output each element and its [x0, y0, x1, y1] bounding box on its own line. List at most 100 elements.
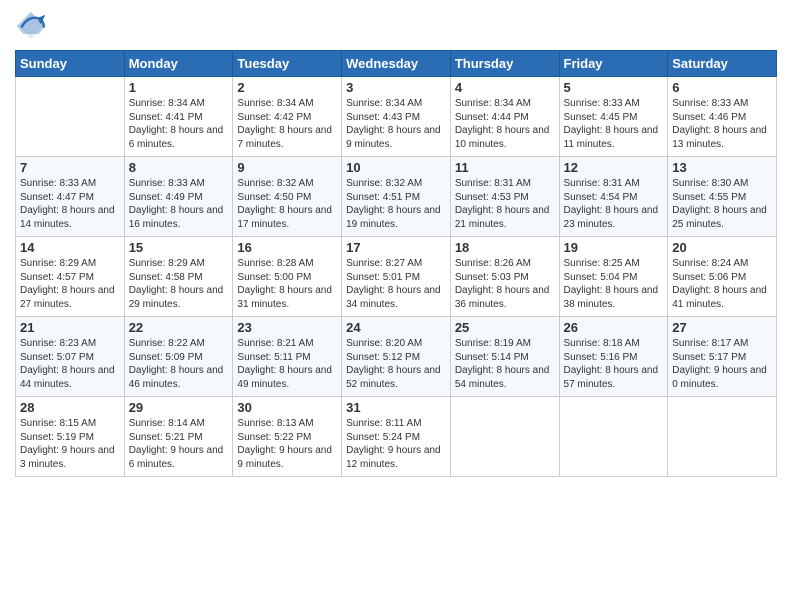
calendar-cell: 18 Sunrise: 8:26 AMSunset: 5:03 PMDayligh…	[450, 237, 559, 317]
day-info: Sunrise: 8:33 AMSunset: 4:47 PMDaylight:…	[20, 177, 120, 231]
calendar-cell: 2 Sunrise: 8:34 AMSunset: 4:42 PMDaylight…	[233, 77, 342, 157]
calendar-cell: 17 Sunrise: 8:27 AMSunset: 5:01 PMDayligh…	[342, 237, 451, 317]
calendar-table: SundayMondayTuesdayWednesdayThursdayFrid…	[15, 50, 777, 477]
day-number: 4	[455, 80, 555, 95]
day-number: 12	[564, 160, 664, 175]
day-number: 15	[129, 240, 229, 255]
day-number: 7	[20, 160, 120, 175]
calendar-cell	[668, 397, 777, 477]
calendar-cell: 22 Sunrise: 8:22 AMSunset: 5:09 PMDayligh…	[124, 317, 233, 397]
calendar-cell	[559, 397, 668, 477]
header	[15, 10, 777, 42]
weekday-header-saturday: Saturday	[668, 51, 777, 77]
weekday-header-sunday: Sunday	[16, 51, 125, 77]
calendar-cell: 11 Sunrise: 8:31 AMSunset: 4:53 PMDayligh…	[450, 157, 559, 237]
day-number: 28	[20, 400, 120, 415]
calendar-cell: 27 Sunrise: 8:17 AMSunset: 5:17 PMDayligh…	[668, 317, 777, 397]
logo	[15, 10, 51, 42]
weekday-header-thursday: Thursday	[450, 51, 559, 77]
day-number: 11	[455, 160, 555, 175]
day-info: Sunrise: 8:31 AMSunset: 4:54 PMDaylight:…	[564, 177, 664, 231]
day-number: 25	[455, 320, 555, 335]
day-number: 17	[346, 240, 446, 255]
calendar-cell: 19Sunrise: 8:25 AMSunset: 5:04 PMDayligh…	[559, 237, 668, 317]
day-info: Sunrise: 8:34 AMSunset: 4:42 PMDaylight:…	[237, 97, 337, 151]
day-number: 20	[672, 240, 772, 255]
day-info: Sunrise: 8:23 AMSunset: 5:07 PMDaylight:…	[20, 337, 120, 391]
calendar-cell: 31Sunrise: 8:11 AMSunset: 5:24 PMDayligh…	[342, 397, 451, 477]
calendar-cell: 24 Sunrise: 8:20 AMSunset: 5:12 PMDayligh…	[342, 317, 451, 397]
day-info: Sunrise: 8:15 AMSunset: 5:19 PMDaylight:…	[20, 417, 120, 471]
day-number: 3	[346, 80, 446, 95]
day-info: Sunrise: 8:20 AMSunset: 5:12 PMDaylight:…	[346, 337, 446, 391]
calendar-week-row: 7 Sunrise: 8:33 AMSunset: 4:47 PMDaylight…	[16, 157, 777, 237]
day-info: Sunrise: 8:32 AMSunset: 4:51 PMDaylight:…	[346, 177, 446, 231]
weekday-header-friday: Friday	[559, 51, 668, 77]
calendar-cell: 1 Sunrise: 8:34 AMSunset: 4:41 PMDaylight…	[124, 77, 233, 157]
calendar-cell: 4 Sunrise: 8:34 AMSunset: 4:44 PMDaylight…	[450, 77, 559, 157]
weekday-header-tuesday: Tuesday	[233, 51, 342, 77]
calendar-cell: 28 Sunrise: 8:15 AMSunset: 5:19 PMDayligh…	[16, 397, 125, 477]
day-number: 8	[129, 160, 229, 175]
day-info: Sunrise: 8:26 AMSunset: 5:03 PMDaylight:…	[455, 257, 555, 311]
weekday-header-monday: Monday	[124, 51, 233, 77]
calendar-cell: 12 Sunrise: 8:31 AMSunset: 4:54 PMDayligh…	[559, 157, 668, 237]
calendar-cell: 16 Sunrise: 8:28 AMSunset: 5:00 PMDayligh…	[233, 237, 342, 317]
day-info: Sunrise: 8:27 AMSunset: 5:01 PMDaylight:…	[346, 257, 446, 311]
calendar-cell: 3 Sunrise: 8:34 AMSunset: 4:43 PMDaylight…	[342, 77, 451, 157]
calendar-week-row: 1 Sunrise: 8:34 AMSunset: 4:41 PMDaylight…	[16, 77, 777, 157]
day-info: Sunrise: 8:22 AMSunset: 5:09 PMDaylight:…	[129, 337, 229, 391]
calendar-cell: 9Sunrise: 8:32 AMSunset: 4:50 PMDaylight…	[233, 157, 342, 237]
calendar-cell: 29Sunrise: 8:14 AMSunset: 5:21 PMDayligh…	[124, 397, 233, 477]
day-number: 18	[455, 240, 555, 255]
calendar-cell	[16, 77, 125, 157]
day-number: 16	[237, 240, 337, 255]
day-number: 10	[346, 160, 446, 175]
calendar-cell: 30Sunrise: 8:13 AMSunset: 5:22 PMDayligh…	[233, 397, 342, 477]
day-info: Sunrise: 8:29 AMSunset: 4:58 PMDaylight:…	[129, 257, 229, 311]
day-number: 21	[20, 320, 120, 335]
day-info: Sunrise: 8:29 AMSunset: 4:57 PMDaylight:…	[20, 257, 120, 311]
calendar-cell: 13Sunrise: 8:30 AMSunset: 4:55 PMDayligh…	[668, 157, 777, 237]
calendar-cell: 23Sunrise: 8:21 AMSunset: 5:11 PMDayligh…	[233, 317, 342, 397]
day-number: 5	[564, 80, 664, 95]
main-container: SundayMondayTuesdayWednesdayThursdayFrid…	[0, 0, 792, 487]
day-info: Sunrise: 8:30 AMSunset: 4:55 PMDaylight:…	[672, 177, 772, 231]
calendar-cell: 20Sunrise: 8:24 AMSunset: 5:06 PMDayligh…	[668, 237, 777, 317]
calendar-cell: 25 Sunrise: 8:19 AMSunset: 5:14 PMDayligh…	[450, 317, 559, 397]
calendar-cell: 14 Sunrise: 8:29 AMSunset: 4:57 PMDayligh…	[16, 237, 125, 317]
day-info: Sunrise: 8:34 AMSunset: 4:41 PMDaylight:…	[129, 97, 229, 151]
day-number: 9	[237, 160, 337, 175]
day-info: Sunrise: 8:28 AMSunset: 5:00 PMDaylight:…	[237, 257, 337, 311]
day-info: Sunrise: 8:33 AMSunset: 4:49 PMDaylight:…	[129, 177, 229, 231]
day-number: 23	[237, 320, 337, 335]
day-info: Sunrise: 8:33 AMSunset: 4:46 PMDaylight:…	[672, 97, 772, 151]
day-number: 27	[672, 320, 772, 335]
calendar-week-row: 14 Sunrise: 8:29 AMSunset: 4:57 PMDayligh…	[16, 237, 777, 317]
day-number: 14	[20, 240, 120, 255]
calendar-cell: 5Sunrise: 8:33 AMSunset: 4:45 PMDaylight…	[559, 77, 668, 157]
day-number: 1	[129, 80, 229, 95]
calendar-week-row: 21 Sunrise: 8:23 AMSunset: 5:07 PMDayligh…	[16, 317, 777, 397]
calendar-cell: 6 Sunrise: 8:33 AMSunset: 4:46 PMDaylight…	[668, 77, 777, 157]
calendar-cell: 7 Sunrise: 8:33 AMSunset: 4:47 PMDaylight…	[16, 157, 125, 237]
day-number: 22	[129, 320, 229, 335]
day-number: 24	[346, 320, 446, 335]
day-info: Sunrise: 8:34 AMSunset: 4:44 PMDaylight:…	[455, 97, 555, 151]
day-info: Sunrise: 8:34 AMSunset: 4:43 PMDaylight:…	[346, 97, 446, 151]
day-info: Sunrise: 8:19 AMSunset: 5:14 PMDaylight:…	[455, 337, 555, 391]
day-number: 19	[564, 240, 664, 255]
day-info: Sunrise: 8:31 AMSunset: 4:53 PMDaylight:…	[455, 177, 555, 231]
calendar-cell: 8 Sunrise: 8:33 AMSunset: 4:49 PMDaylight…	[124, 157, 233, 237]
weekday-header-wednesday: Wednesday	[342, 51, 451, 77]
day-info: Sunrise: 8:18 AMSunset: 5:16 PMDaylight:…	[564, 337, 664, 391]
calendar-cell: 21 Sunrise: 8:23 AMSunset: 5:07 PMDayligh…	[16, 317, 125, 397]
day-number: 2	[237, 80, 337, 95]
calendar-cell: 15 Sunrise: 8:29 AMSunset: 4:58 PMDayligh…	[124, 237, 233, 317]
calendar-header-row: SundayMondayTuesdayWednesdayThursdayFrid…	[16, 51, 777, 77]
day-info: Sunrise: 8:17 AMSunset: 5:17 PMDaylight:…	[672, 337, 772, 391]
day-info: Sunrise: 8:13 AMSunset: 5:22 PMDaylight:…	[237, 417, 337, 471]
day-number: 6	[672, 80, 772, 95]
day-number: 29	[129, 400, 229, 415]
calendar-week-row: 28 Sunrise: 8:15 AMSunset: 5:19 PMDayligh…	[16, 397, 777, 477]
